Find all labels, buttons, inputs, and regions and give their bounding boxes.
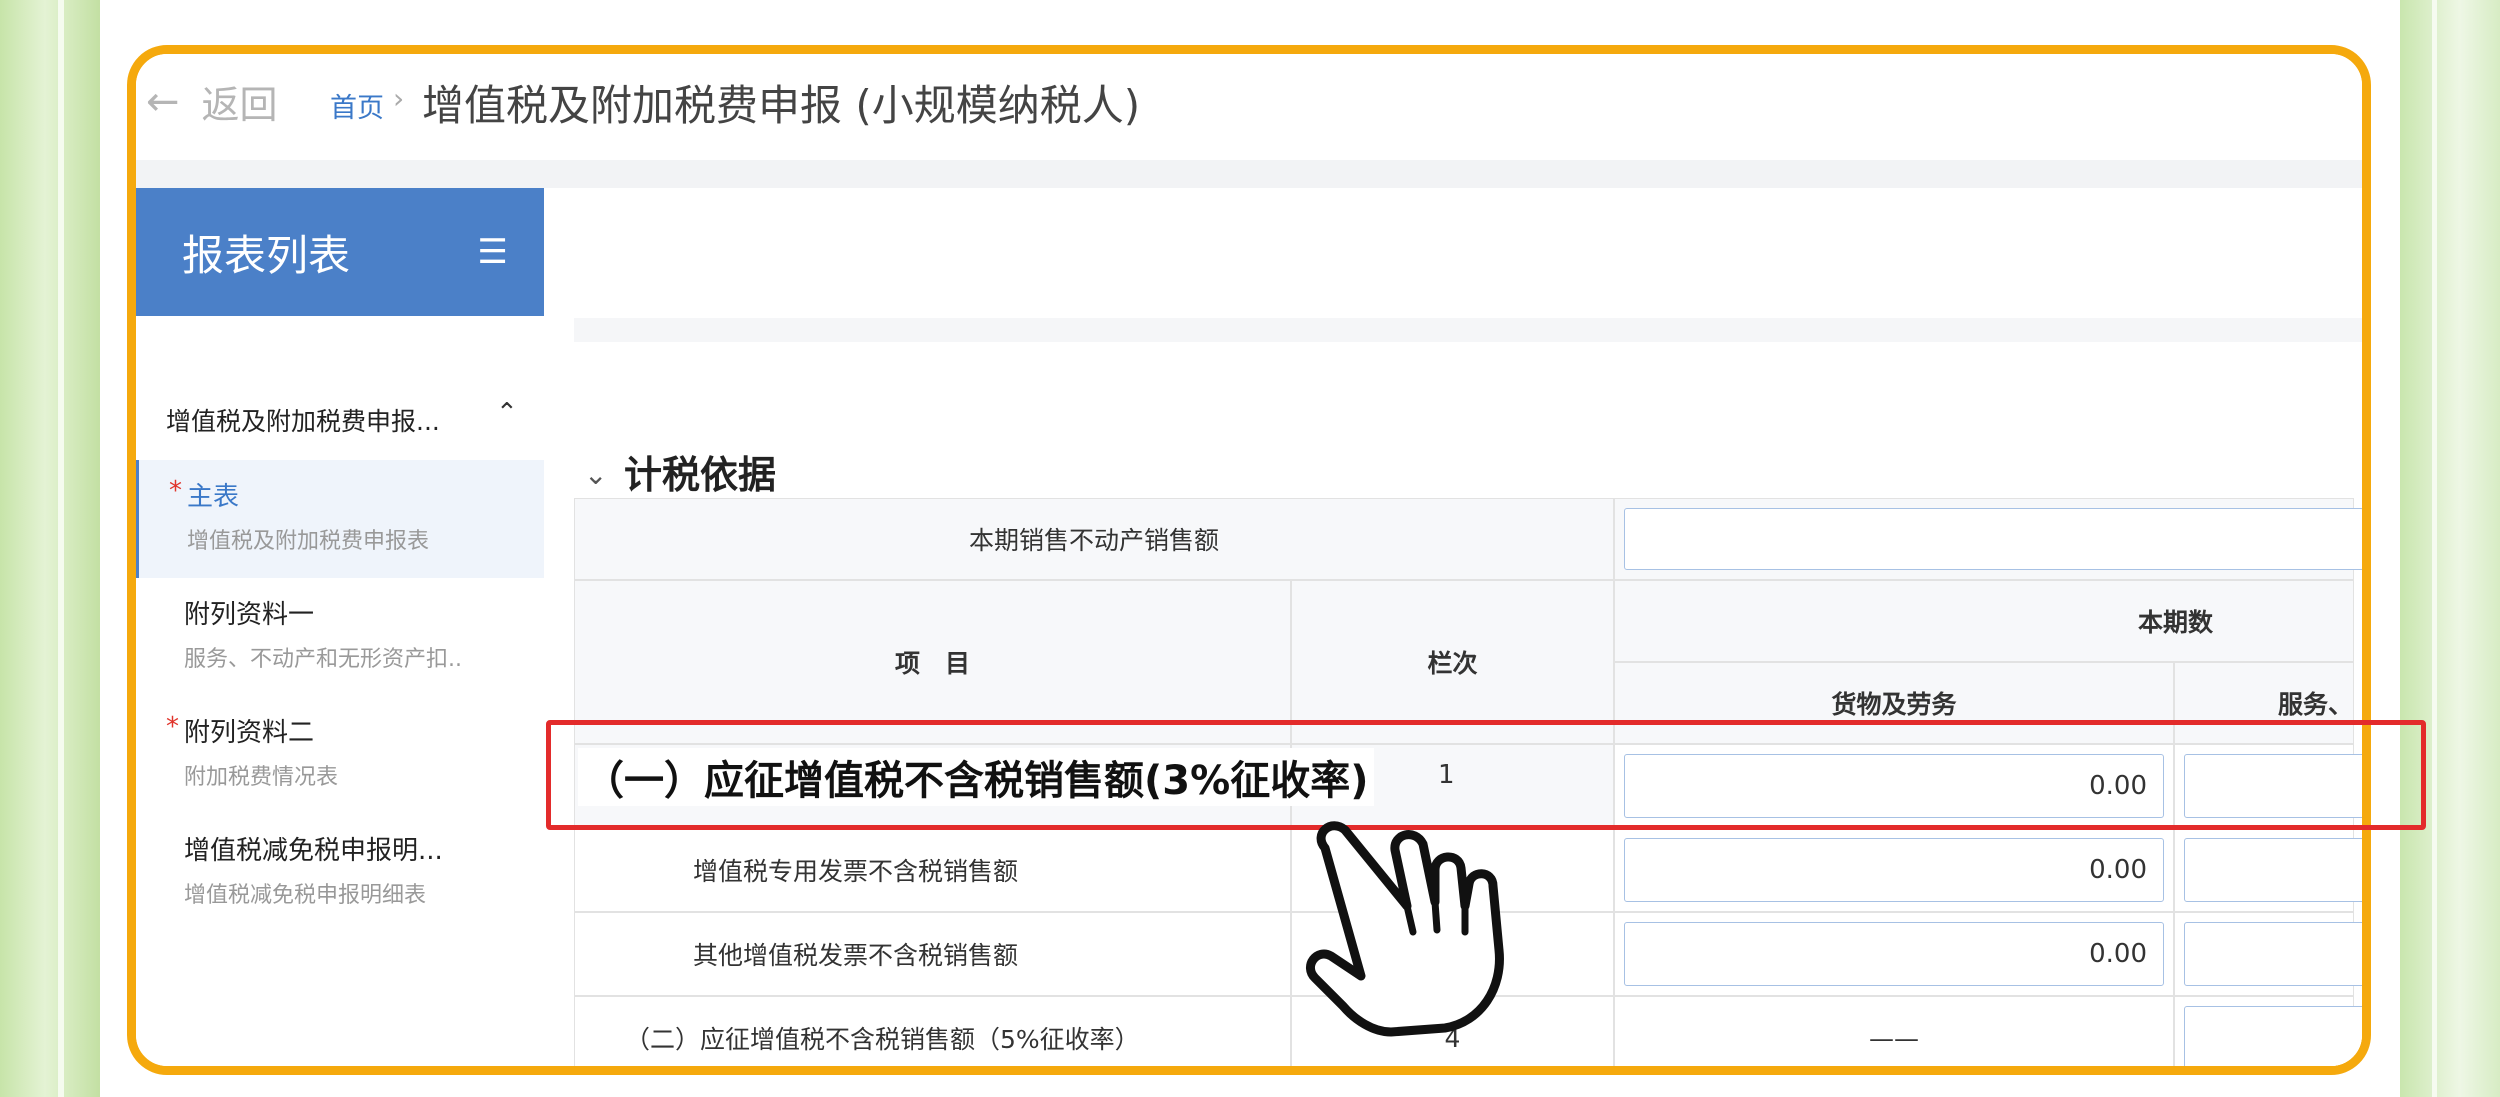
content-divider <box>574 318 2362 342</box>
row-2-label: 增值税专用发票不含税销售额 <box>574 828 1291 912</box>
sidebar-item-subtitle: 增值税减免税申报明细表 <box>184 883 427 908</box>
sidebar-item-tax-relief[interactable]: 增值税减免税申报明... 增值税减免税申报明细表 <box>136 814 544 932</box>
breadcrumb-separator: › <box>393 82 405 115</box>
row-3-goods-input[interactable]: 0.00 <box>1624 922 2164 986</box>
background-left-line <box>58 0 64 1097</box>
menu-collapse-icon[interactable]: ☰ <box>478 232 508 272</box>
row-4-label: （二）应征增值税不含税销售额（5%征收率） <box>574 996 1291 1066</box>
back-label: 返回 <box>201 83 278 127</box>
home-link[interactable]: 首页 <box>330 86 384 125</box>
app-frame: ← 返回 首页 › 增值税及附加税费申报 (小规模纳税人) 报表列表 ☰ 增值税… <box>127 45 2371 1075</box>
sidebar-item-appendix-2[interactable]: * 附列资料二 附加税费情况表 <box>136 696 544 814</box>
row-4-goods: —— <box>1614 996 2174 1066</box>
background-left <box>0 0 100 1097</box>
real-estate-label: 本期销售不动产销售额 <box>574 498 1614 580</box>
page-title: 增值税及附加税费申报 (小规模纳税人) <box>422 81 1141 130</box>
back-button[interactable]: ← 返回 <box>146 74 278 129</box>
sidebar-item-title: 附列资料一 <box>184 600 315 630</box>
sidebar-item-title: 增值税减免税申报明... <box>184 836 443 866</box>
row-1-label: （一）应征增值税不含税销售额(3%征收率) <box>578 748 1375 806</box>
top-nav-bar: ← 返回 首页 › 增值税及附加税费申报 (小规模纳税人) <box>136 54 2362 164</box>
row-3-label: 其他增值税发票不含税销售额 <box>574 912 1291 996</box>
sidebar-header: 报表列表 ☰ <box>136 188 544 316</box>
row-2-services-input[interactable] <box>2184 838 2362 902</box>
row-1-line: 1 <box>1438 760 1455 790</box>
required-mark: * <box>169 476 182 506</box>
sidebar-item-title: 附列资料二 <box>184 718 315 748</box>
sidebar-item-subtitle: 附加税费情况表 <box>184 765 339 790</box>
sidebar-group-title[interactable]: 增值税及附加税费申报... <box>166 402 440 438</box>
background-right <box>2400 0 2500 1097</box>
sidebar-item-appendix-1[interactable]: 附列资料一 服务、不动产和无形资产扣.. <box>136 578 544 696</box>
chevron-down-icon[interactable]: ⌄ <box>584 458 607 491</box>
sidebar-title: 报表列表 <box>182 230 351 280</box>
sidebar-item-main[interactable]: * 主表 增值税及附加税费申报表 <box>136 460 544 578</box>
pointing-hand-icon <box>1306 821 1504 1037</box>
section-title: 计税依据 <box>624 453 777 497</box>
col-header-period: 本期数 <box>1614 580 2354 662</box>
back-arrow-icon: ← <box>146 78 180 125</box>
sidebar-item-subtitle: 增值税及附加税费申报表 <box>187 529 430 554</box>
chevron-up-icon[interactable]: ⌃ <box>496 398 518 428</box>
sidebar-item-title: 主表 <box>187 482 240 512</box>
sidebar-item-subtitle: 服务、不动产和无形资产扣.. <box>184 647 462 672</box>
real-estate-input[interactable] <box>1624 508 2362 570</box>
background-right-line <box>2432 0 2437 1097</box>
report-sidebar: 报表列表 ☰ 增值税及附加税费申报... ⌃ * 主表 增值税及附加税费申报表 … <box>136 188 544 1066</box>
required-mark: * <box>166 712 179 742</box>
row-2-goods-input[interactable]: 0.00 <box>1624 838 2164 902</box>
header-divider <box>136 160 2362 188</box>
row-3-services-input[interactable] <box>2184 922 2362 986</box>
row-4-services-input[interactable] <box>2184 1006 2362 1066</box>
